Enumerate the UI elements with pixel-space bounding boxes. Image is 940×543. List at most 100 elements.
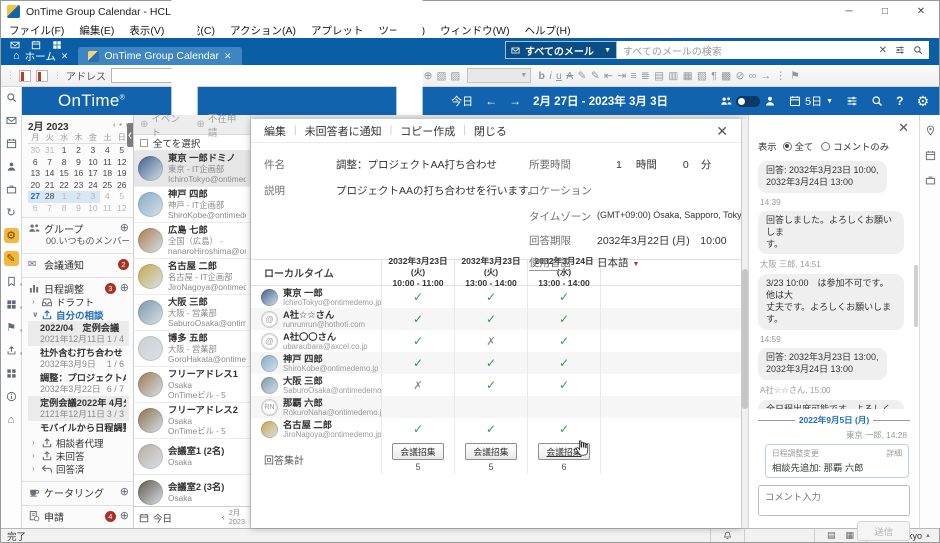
search-icon[interactable]: [913, 45, 923, 55]
toolbar-grip[interactable]: ⋮: [6, 70, 14, 81]
calendar-day[interactable]: 19: [115, 168, 129, 180]
format-tool-icon[interactable]: b: [539, 70, 545, 82]
calendar-day[interactable]: 5: [115, 145, 129, 157]
calendar-day[interactable]: 4: [100, 145, 114, 157]
panel-calendar-button[interactable]: [925, 150, 936, 161]
format-tool-icon[interactable]: A: [566, 70, 573, 82]
sidebar-item-meeting-notice[interactable]: ✉ 会議通知 2: [28, 257, 129, 271]
calendar-day[interactable]: 16: [71, 168, 85, 180]
close-button[interactable]: ✕: [903, 1, 939, 22]
calendar-day[interactable]: 12: [115, 203, 129, 215]
sidebar-item-drafts[interactable]: › ドラフト: [28, 295, 129, 308]
calendar-day[interactable]: 7: [42, 203, 56, 215]
rail-briefcase-button[interactable]: [4, 182, 19, 197]
consult-item[interactable]: 2022/04 定例会議2021年12月11日1 / 4: [28, 321, 129, 346]
window-mode-icon[interactable]: ▤: [827, 530, 836, 541]
response-cell[interactable]: ✓: [527, 308, 600, 330]
next-arrow-button[interactable]: →: [509, 94, 521, 108]
format-tool-icon[interactable]: ▩: [721, 70, 731, 82]
calendar-day[interactable]: 1: [57, 145, 71, 157]
add-schedule-icon[interactable]: ⊕: [120, 283, 129, 294]
menu-item[interactable]: ヘルプ(H): [525, 23, 571, 38]
add-request-icon[interactable]: ⊕: [120, 511, 129, 522]
calendar-day[interactable]: 17: [86, 168, 100, 180]
calendar-day[interactable]: 9: [71, 203, 85, 215]
format-tool-icon[interactable]: ⇥: [617, 70, 626, 82]
group-person-toggle[interactable]: [720, 95, 776, 107]
timezone-value[interactable]: (GMT+09:00) Osaka, Sapporo, Tokyo▼: [597, 210, 741, 220]
maximize-button[interactable]: □: [867, 1, 903, 22]
radio-icon[interactable]: [783, 142, 792, 151]
tab-ontime-group-calendar[interactable]: OnTime Group Calendar ✕: [78, 47, 241, 65]
response-cell[interactable]: ✓: [454, 352, 527, 374]
sidebar-collapse-handle[interactable]: ❮: [127, 123, 133, 147]
format-tool-icon[interactable]: ≣: [641, 70, 650, 82]
calendar-day[interactable]: 20: [28, 180, 42, 192]
language-value[interactable]: 日本語▼: [597, 255, 639, 270]
invite-button[interactable]: 会議招集: [465, 443, 516, 460]
rail-magnifier-button[interactable]: [4, 90, 19, 105]
dialog-close-icon[interactable]: ✕: [716, 124, 728, 138]
calendar-day[interactable]: 2: [71, 145, 85, 157]
calendar-day[interactable]: 3: [86, 191, 100, 203]
view-selector[interactable]: 5日 ▼: [789, 93, 833, 109]
help-button[interactable]: ?: [896, 94, 903, 108]
schedule-change-card[interactable]: 日程調整変更 詳細 相談先追加: 那覇 六郎: [765, 444, 909, 478]
rail-share-button[interactable]: ▸: [4, 343, 19, 358]
comment-input[interactable]: コメント入力: [758, 485, 910, 516]
rail-calendar-button[interactable]: [4, 136, 19, 151]
sidebar-item-schedule-adjust[interactable]: 日程調整 3 ⊕: [28, 281, 129, 295]
response-cell[interactable]: ✓: [381, 418, 454, 440]
rail-bookmark-button[interactable]: ▸: [4, 274, 19, 289]
replication-icon[interactable]: [36, 70, 48, 82]
response-cell[interactable]: ✓: [527, 374, 600, 396]
radio-icon[interactable]: [821, 142, 830, 151]
select-all-row[interactable]: 全てを選択: [134, 135, 250, 151]
response-cell[interactable]: ✓: [381, 352, 454, 374]
clear-search-ic​on[interactable]: ✕: [879, 45, 887, 56]
panel-pin-button[interactable]: [925, 125, 936, 136]
calendar-day[interactable]: 26: [115, 180, 129, 192]
format-tool-icon[interactable]: ∞: [749, 70, 757, 82]
toggle-switch[interactable]: [736, 96, 760, 107]
format-tool-icon[interactable]: ¶: [711, 70, 717, 82]
calendar-day[interactable]: 23: [71, 180, 85, 192]
rail-settings-button[interactable]: ⚙: [4, 228, 19, 243]
calendar-day[interactable]: 31: [42, 145, 56, 157]
calendar-day[interactable]: 13: [28, 168, 42, 180]
person-list-item[interactable]: 広島 七郎全国（広島） -nanaroHiroshima@ont...: [134, 223, 250, 259]
response-cell[interactable]: [527, 396, 600, 418]
filter-option[interactable]: コメントのみ: [821, 139, 889, 153]
person-list-item[interactable]: 大阪 三郎大阪 - 営業部SaburoOsaka@ontime...: [134, 295, 250, 331]
format-tool-icon[interactable]: ⊘: [736, 70, 745, 82]
response-cell[interactable]: [381, 396, 454, 418]
calendar-day[interactable]: 18: [100, 168, 114, 180]
calendar-day[interactable]: 1: [57, 191, 71, 203]
format-tool-icon[interactable]: ⇤: [604, 70, 613, 82]
calendar-day[interactable]: 3: [86, 145, 100, 157]
dialog-action-コピー作成[interactable]: コピー作成: [400, 123, 455, 139]
rail-flag-button[interactable]: ⚑▸: [4, 320, 19, 335]
tab-home[interactable]: ⌂ ホーム ✕: [3, 47, 78, 65]
response-cell[interactable]: ✗: [454, 330, 527, 352]
response-cell[interactable]: ✓: [381, 330, 454, 352]
calendar-day[interactable]: 8: [57, 203, 71, 215]
dialog-action-編集[interactable]: 編集: [264, 123, 286, 139]
filter-option[interactable]: 全て: [783, 139, 814, 153]
person-list-item[interactable]: フリーアドレス1OsakaOnTimeビル - 5: [134, 367, 250, 403]
format-tool-icon[interactable]: ▤: [654, 70, 664, 82]
rail-home-button[interactable]: ⌂: [4, 412, 19, 427]
rail-windows-button[interactable]: [4, 366, 19, 381]
calendar-day[interactable]: 30: [28, 145, 42, 157]
consult-item[interactable]: 社外含む打ち合わせ2032年3月9日1 / 6: [28, 346, 129, 371]
response-cell[interactable]: ✓: [381, 286, 454, 308]
calendar-day[interactable]: 22: [57, 180, 71, 192]
layout-icon[interactable]: ▦: [846, 530, 855, 541]
calendar-day[interactable]: 6: [28, 157, 42, 169]
response-row[interactable]: 神戸 四郎ShiroKobe@ontimedemo.jp✓✓✓: [251, 352, 741, 374]
add-group-icon[interactable]: ⊕: [120, 223, 129, 234]
response-row[interactable]: @A社☆☆さんrunrunrun@hothoti.com✓✓✓: [251, 308, 741, 330]
workspace-icon[interactable]: [19, 70, 31, 82]
calendar-day[interactable]: 12: [115, 157, 129, 169]
format-tool-icon[interactable]: ▥: [668, 70, 678, 82]
